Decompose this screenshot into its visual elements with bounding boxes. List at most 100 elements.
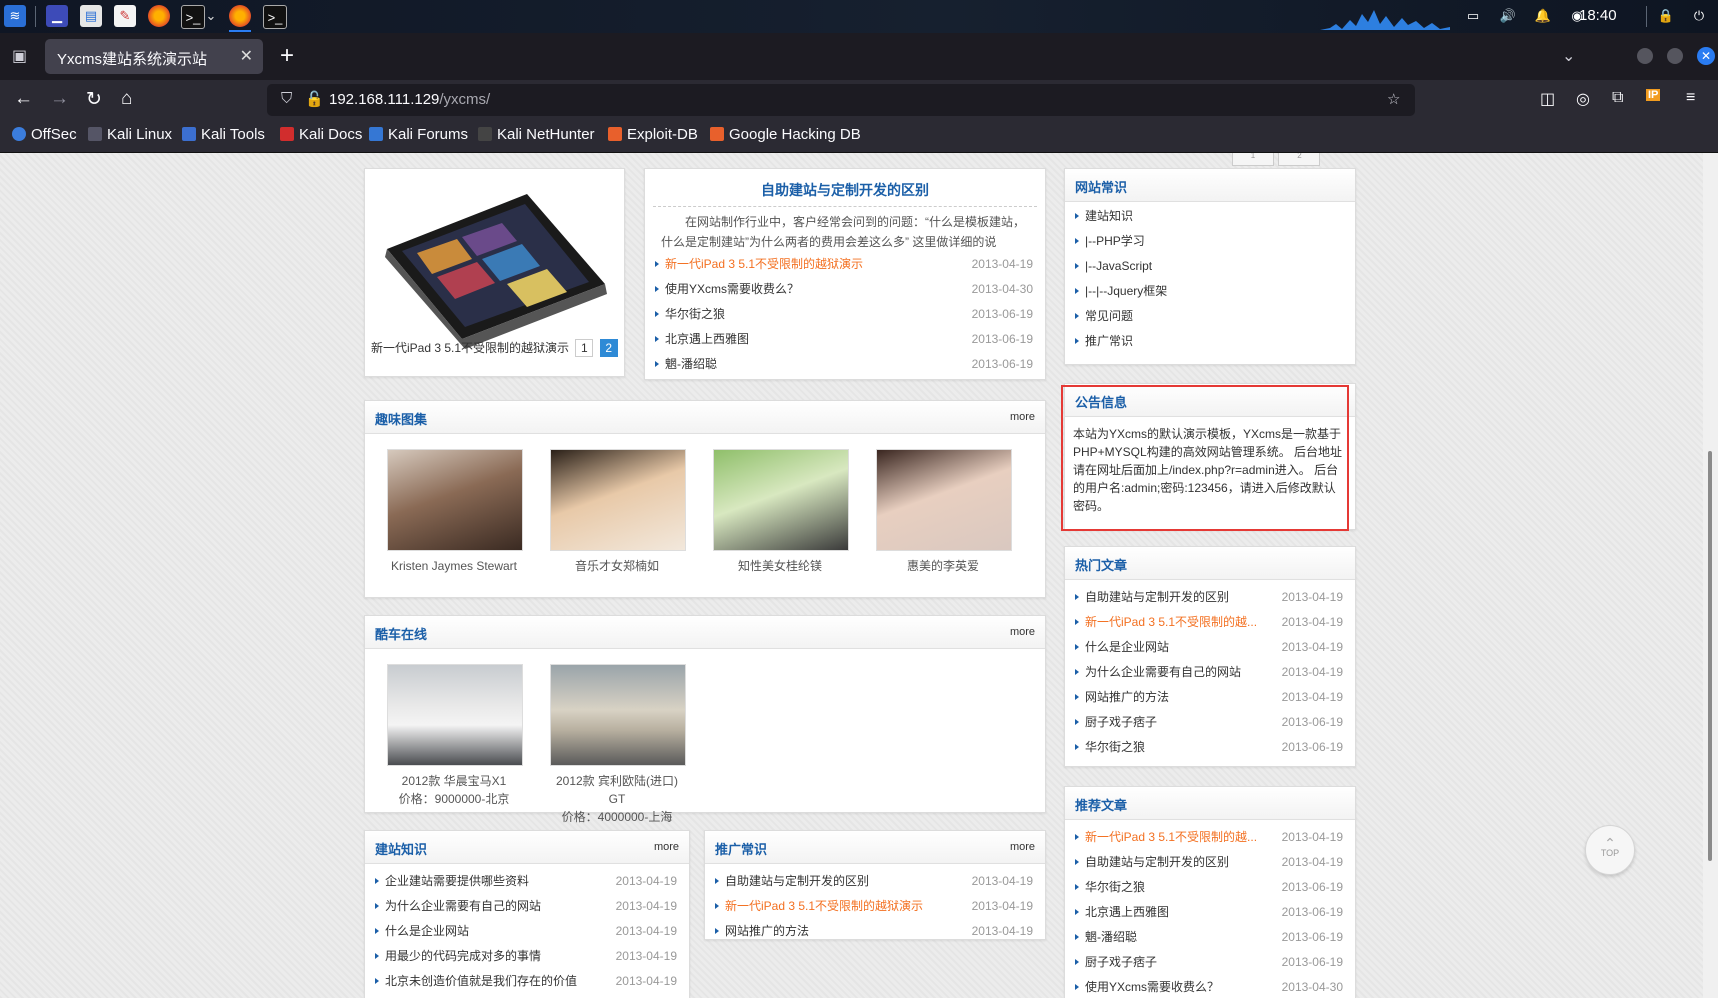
forward-button[interactable]: → <box>50 88 69 110</box>
list-item-title[interactable]: 自助建站与定制开发的区别 <box>1085 850 1229 875</box>
site-common-title[interactable]: 网站常识 <box>1075 177 1127 196</box>
shield-icon[interactable]: ⛉ <box>281 90 292 107</box>
list-item[interactable]: 常见问题 <box>1065 304 1355 329</box>
list-item[interactable]: 网站推广的方法 2013-04-19 <box>1065 685 1355 710</box>
top-pager-2[interactable]: 2 <box>1278 153 1321 166</box>
home-button[interactable]: ⌂ <box>121 88 132 110</box>
list-item[interactable]: 华尔街之狼 2013-06-19 <box>645 302 1045 327</box>
list-item-title[interactable]: 华尔街之狼 <box>1085 875 1145 900</box>
list-item-title[interactable]: 新一代iPad 3 5.1不受限制的越狱演示 <box>665 252 863 277</box>
list-item[interactable]: 新一代iPad 3 5.1不受限制的越... 2013-04-19 <box>1065 610 1355 635</box>
car-image[interactable] <box>387 664 523 766</box>
list-item-title[interactable]: 网站推广的方法 <box>1085 685 1169 710</box>
account-icon[interactable]: ◎ <box>1576 89 1590 109</box>
promo-more-link[interactable]: more <box>1010 841 1035 853</box>
address-bar[interactable]: ⛉ 🔓 192.168.111.129/yxcms/ ☆ <box>267 84 1415 116</box>
gallery-item[interactable]: 惠美的李英爱 <box>876 449 1012 575</box>
new-tab-button[interactable]: + <box>280 42 294 70</box>
list-item-title[interactable]: 自助建站与定制开发的区别 <box>725 869 869 894</box>
ipad-image[interactable] <box>377 189 612 349</box>
list-item-title[interactable]: 魍-潘绍聪 <box>665 352 717 377</box>
car-name[interactable]: 2012款 华晨宝马X1 <box>387 772 521 790</box>
close-tab-icon[interactable]: ✕ <box>240 46 253 66</box>
car-name[interactable]: 2012款 宾利欧陆(进口) GT <box>550 772 684 808</box>
slideshow-caption-text[interactable]: 新一代iPad 3 5.1不受限制的越狱演示 <box>371 341 569 355</box>
chevron-down-icon[interactable]: ⌄ <box>204 5 218 27</box>
list-item[interactable]: 什么是企业网站 2013-04-19 <box>365 919 689 944</box>
bookmark-exploit-db[interactable]: Exploit-DB <box>608 126 698 143</box>
cars-more-link[interactable]: more <box>1010 626 1035 638</box>
tab-yxcms[interactable]: Yxcms建站系统演示站 ✕ <box>45 39 263 74</box>
gallery-item[interactable]: 音乐才女郑楠如 <box>550 449 686 575</box>
back-to-top-button[interactable]: ⌃ TOP <box>1585 825 1635 875</box>
terminal-2-icon[interactable]: >_ <box>263 5 287 29</box>
list-item[interactable]: 使用YXcms需要收费么？ 2013-04-30 <box>645 277 1045 302</box>
bookmark-star-icon[interactable]: ☆ <box>1387 90 1400 108</box>
list-item-title[interactable]: 新一代iPad 3 5.1不受限制的越... <box>1085 610 1257 635</box>
gallery-caption[interactable]: 惠美的李英爱 <box>876 557 1010 575</box>
photo-image[interactable] <box>713 449 849 551</box>
list-item-title[interactable]: 推广常识 <box>1085 329 1133 354</box>
kali-menu-icon[interactable]: ≋ <box>4 5 26 27</box>
gallery-caption[interactable]: Kristen Jaymes Stewart <box>387 557 521 575</box>
bookmark-kali-tools[interactable]: Kali Tools <box>182 126 265 143</box>
list-item-title[interactable]: 厨子戏子痞子 <box>1085 710 1157 735</box>
list-item-title[interactable]: 企业建站需要提供哪些资料 <box>385 869 529 894</box>
gallery-title[interactable]: 趣味图集 <box>375 409 427 428</box>
list-item-title[interactable]: 魍-潘绍聪 <box>1085 925 1137 950</box>
photo-image[interactable] <box>550 449 686 551</box>
bookmark-kali-docs[interactable]: Kali Docs <box>280 126 362 143</box>
terminal-icon[interactable]: >_ <box>181 5 205 29</box>
gallery-more-link[interactable]: more <box>1010 411 1035 423</box>
list-item[interactable]: 用最少的代码完成对多的事情 2013-04-19 <box>365 944 689 969</box>
hot-articles-title[interactable]: 热门文章 <box>1075 555 1127 574</box>
gallery-item[interactable]: 知性美女桂纶镁 <box>713 449 849 575</box>
list-all-tabs-icon[interactable]: ⌄ <box>1562 46 1575 66</box>
file-manager-icon[interactable]: ▤ <box>80 5 102 27</box>
bookmark-kali-linux[interactable]: Kali Linux <box>88 126 172 143</box>
list-item-title[interactable]: 北京未创造价值就是我们存在的价值 <box>385 969 577 994</box>
display-icon[interactable]: ▭ <box>1462 5 1484 27</box>
volume-icon[interactable]: 🔊 <box>1497 5 1519 27</box>
headline-title[interactable]: 自助建站与定制开发的区别 <box>645 180 1045 200</box>
car-item[interactable]: 2012款 宾利欧陆(进口) GT 价格：4000000-上海 <box>550 664 686 826</box>
list-item[interactable]: 厨子戏子痞子 2013-06-19 <box>1065 710 1355 735</box>
extensions-icon[interactable]: ⧉ <box>1612 89 1623 107</box>
top-pager-1[interactable]: 1 <box>1232 153 1274 166</box>
list-item[interactable]: 自助建站与定制开发的区别 2013-04-19 <box>1065 850 1355 875</box>
list-item-title[interactable]: 网站推广的方法 <box>725 919 809 944</box>
gallery-caption[interactable]: 音乐才女郑楠如 <box>550 557 684 575</box>
bookmark-kali-nethunter[interactable]: Kali NetHunter <box>478 126 595 143</box>
reload-button[interactable]: ↻ <box>86 88 102 111</box>
insecure-lock-icon[interactable]: 🔓 <box>305 90 324 108</box>
ip-extension-icon[interactable]: IP <box>1646 89 1661 101</box>
scrollbar-thumb[interactable] <box>1708 451 1712 861</box>
list-item-title[interactable]: 华尔街之狼 <box>1085 735 1145 760</box>
list-item[interactable]: 推广常识 <box>1065 329 1355 354</box>
minimize-button[interactable] <box>1637 48 1653 64</box>
cars-title[interactable]: 酷车在线 <box>375 624 427 643</box>
list-item[interactable]: 魍-潘绍聪 2013-06-19 <box>1065 925 1355 950</box>
list-item-title[interactable]: 北京遇上西雅图 <box>665 327 749 352</box>
list-item-title[interactable]: 新一代iPad 3 5.1不受限制的越... <box>1085 825 1257 850</box>
list-item[interactable]: 北京未创造价值就是我们存在的价值 2013-04-19 <box>365 969 689 994</box>
list-item-title[interactable]: 使用YXcms需要收费么？ <box>1085 975 1219 998</box>
recommended-title[interactable]: 推荐文章 <box>1075 795 1127 814</box>
list-item[interactable]: 为什么企业需要有自己的网站 2013-04-19 <box>365 894 689 919</box>
list-item[interactable]: 网站推广的方法 2013-04-19 <box>705 919 1045 944</box>
slide-page-1[interactable]: 1 <box>575 339 594 357</box>
list-item-title[interactable]: 建站知识 <box>1085 204 1133 229</box>
list-item[interactable]: |--PHP学习 <box>1065 229 1355 254</box>
list-item[interactable]: 自助建站与定制开发的区别 2013-04-19 <box>1065 585 1355 610</box>
firefox-active-icon[interactable] <box>229 5 251 27</box>
list-item-title[interactable]: 自助建站与定制开发的区别 <box>1085 585 1229 610</box>
list-item[interactable]: 新一代iPad 3 5.1不受限制的越... 2013-04-19 <box>1065 825 1355 850</box>
knowledge-more-link[interactable]: more <box>654 841 679 853</box>
bookmark-google-hacking-db[interactable]: Google Hacking DB <box>710 126 861 143</box>
list-item[interactable]: 北京遇上西雅图 2013-06-19 <box>1065 900 1355 925</box>
close-window-button[interactable]: ✕ <box>1697 47 1715 65</box>
back-button[interactable]: ← <box>14 88 33 110</box>
list-item[interactable]: 企业建站需要提供哪些资料 2013-04-19 <box>365 869 689 894</box>
list-item-title[interactable]: 北京遇上西雅图 <box>1085 900 1169 925</box>
bookmark-kali-forums[interactable]: Kali Forums <box>369 126 468 143</box>
